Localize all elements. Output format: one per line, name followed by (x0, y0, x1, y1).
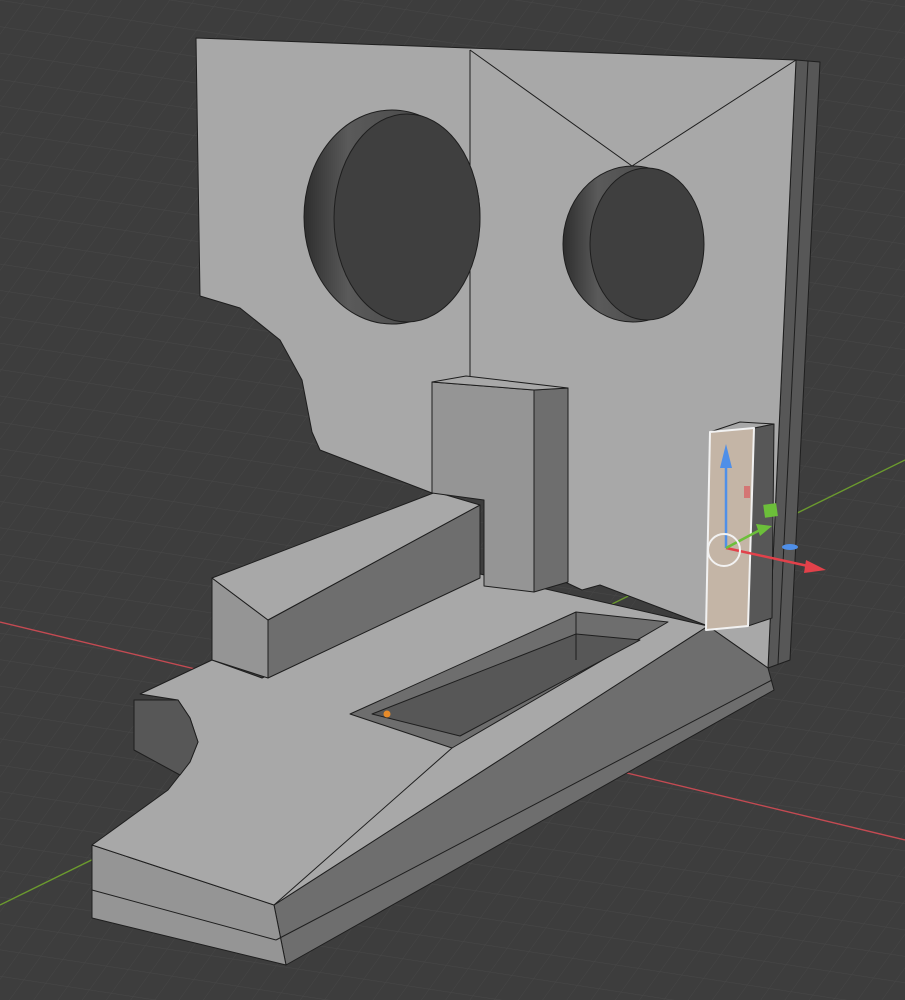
origin-dot-icon (383, 710, 391, 718)
plane-z-handle-icon[interactable] (782, 544, 798, 550)
small-hole[interactable] (562, 165, 705, 323)
plane-x-handle-icon[interactable] (744, 486, 750, 498)
plane-y-handle-icon[interactable] (763, 503, 778, 518)
3d-viewport[interactable] (0, 0, 905, 1000)
large-hole[interactable] (303, 109, 481, 325)
